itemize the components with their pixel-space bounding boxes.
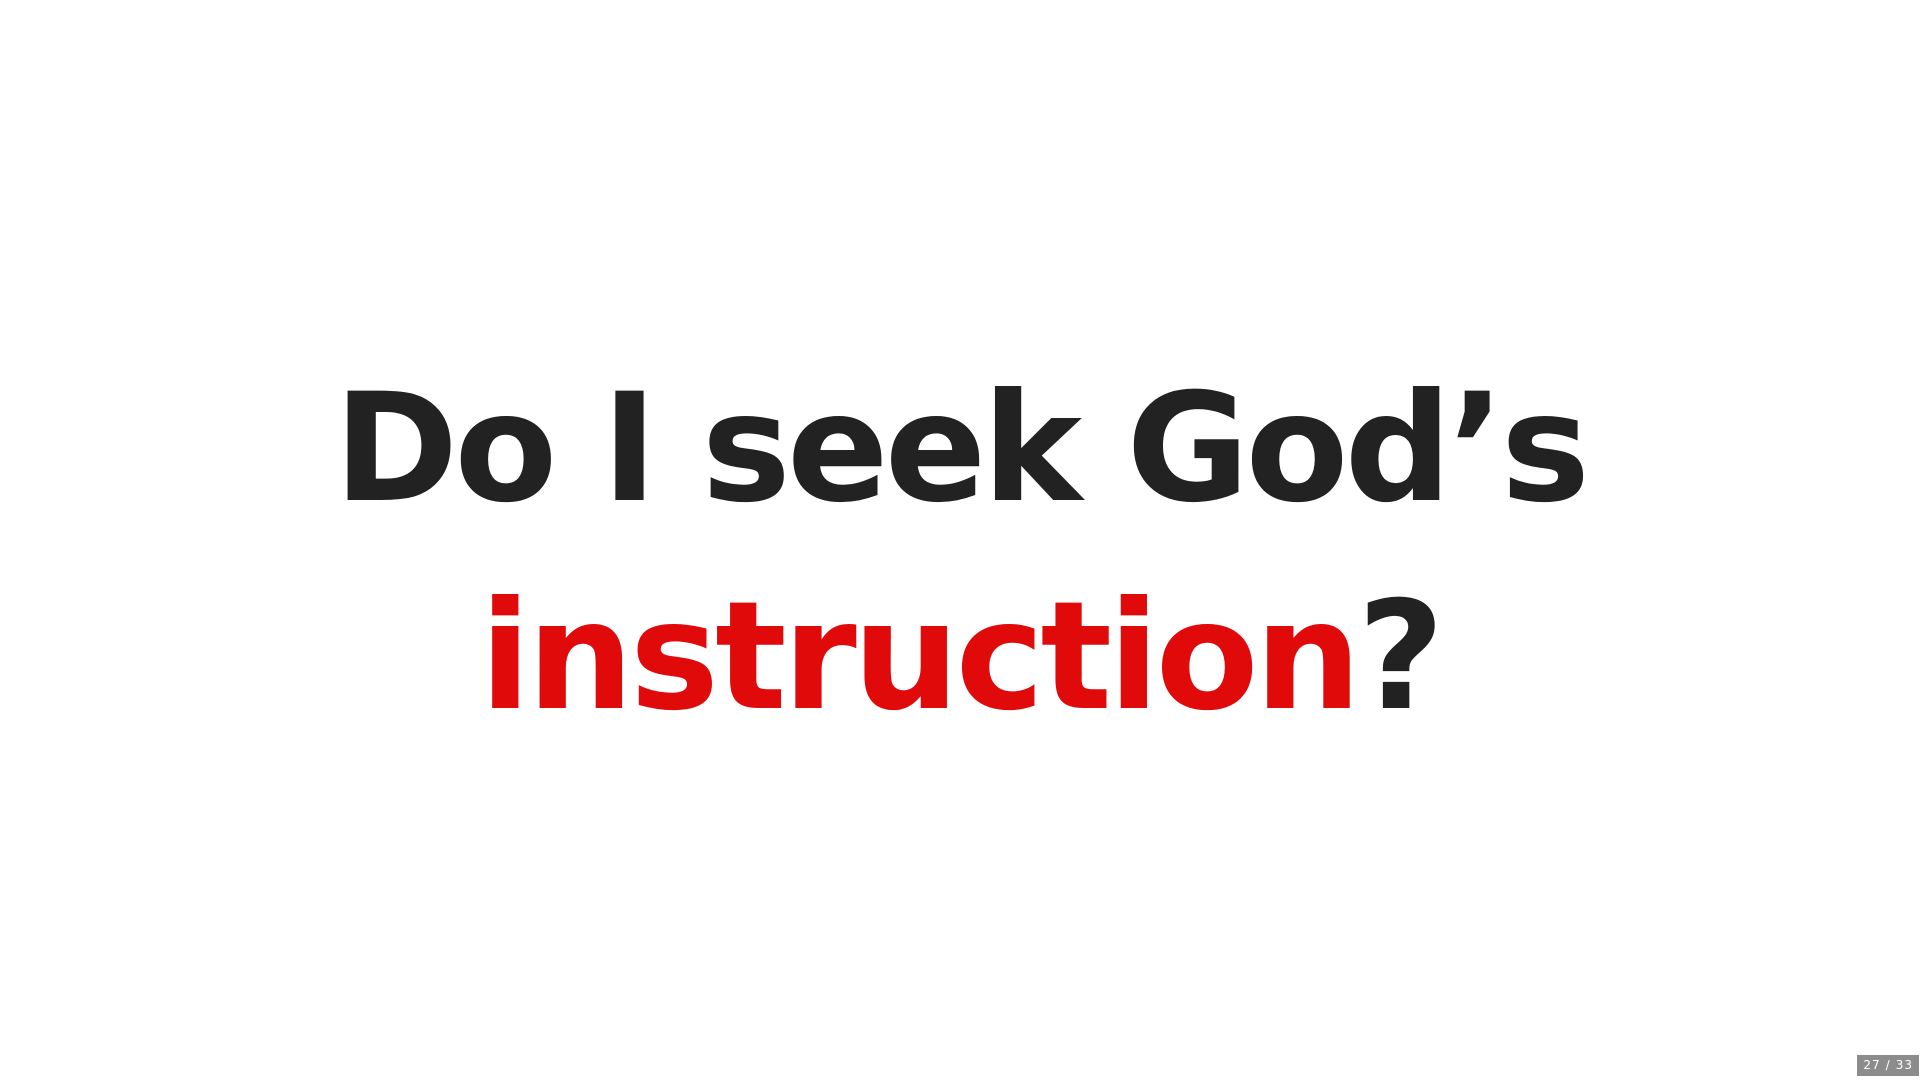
- heading-question-mark: ?: [1357, 570, 1444, 744]
- slide-page-counter: 27 / 33: [1857, 1055, 1919, 1076]
- heading-highlight-word: instruction: [479, 570, 1362, 744]
- slide-heading: Do I seek God’s instruction?: [0, 345, 1920, 761]
- heading-line-2: instruction?: [0, 553, 1920, 761]
- total-page-count: 33: [1895, 1058, 1913, 1072]
- presentation-slide: Do I seek God’s instruction? 27 / 33: [0, 0, 1920, 1080]
- page-separator: /: [1885, 1058, 1891, 1072]
- heading-line-1: Do I seek God’s: [333, 362, 1590, 536]
- current-page-number: 27: [1863, 1058, 1881, 1072]
